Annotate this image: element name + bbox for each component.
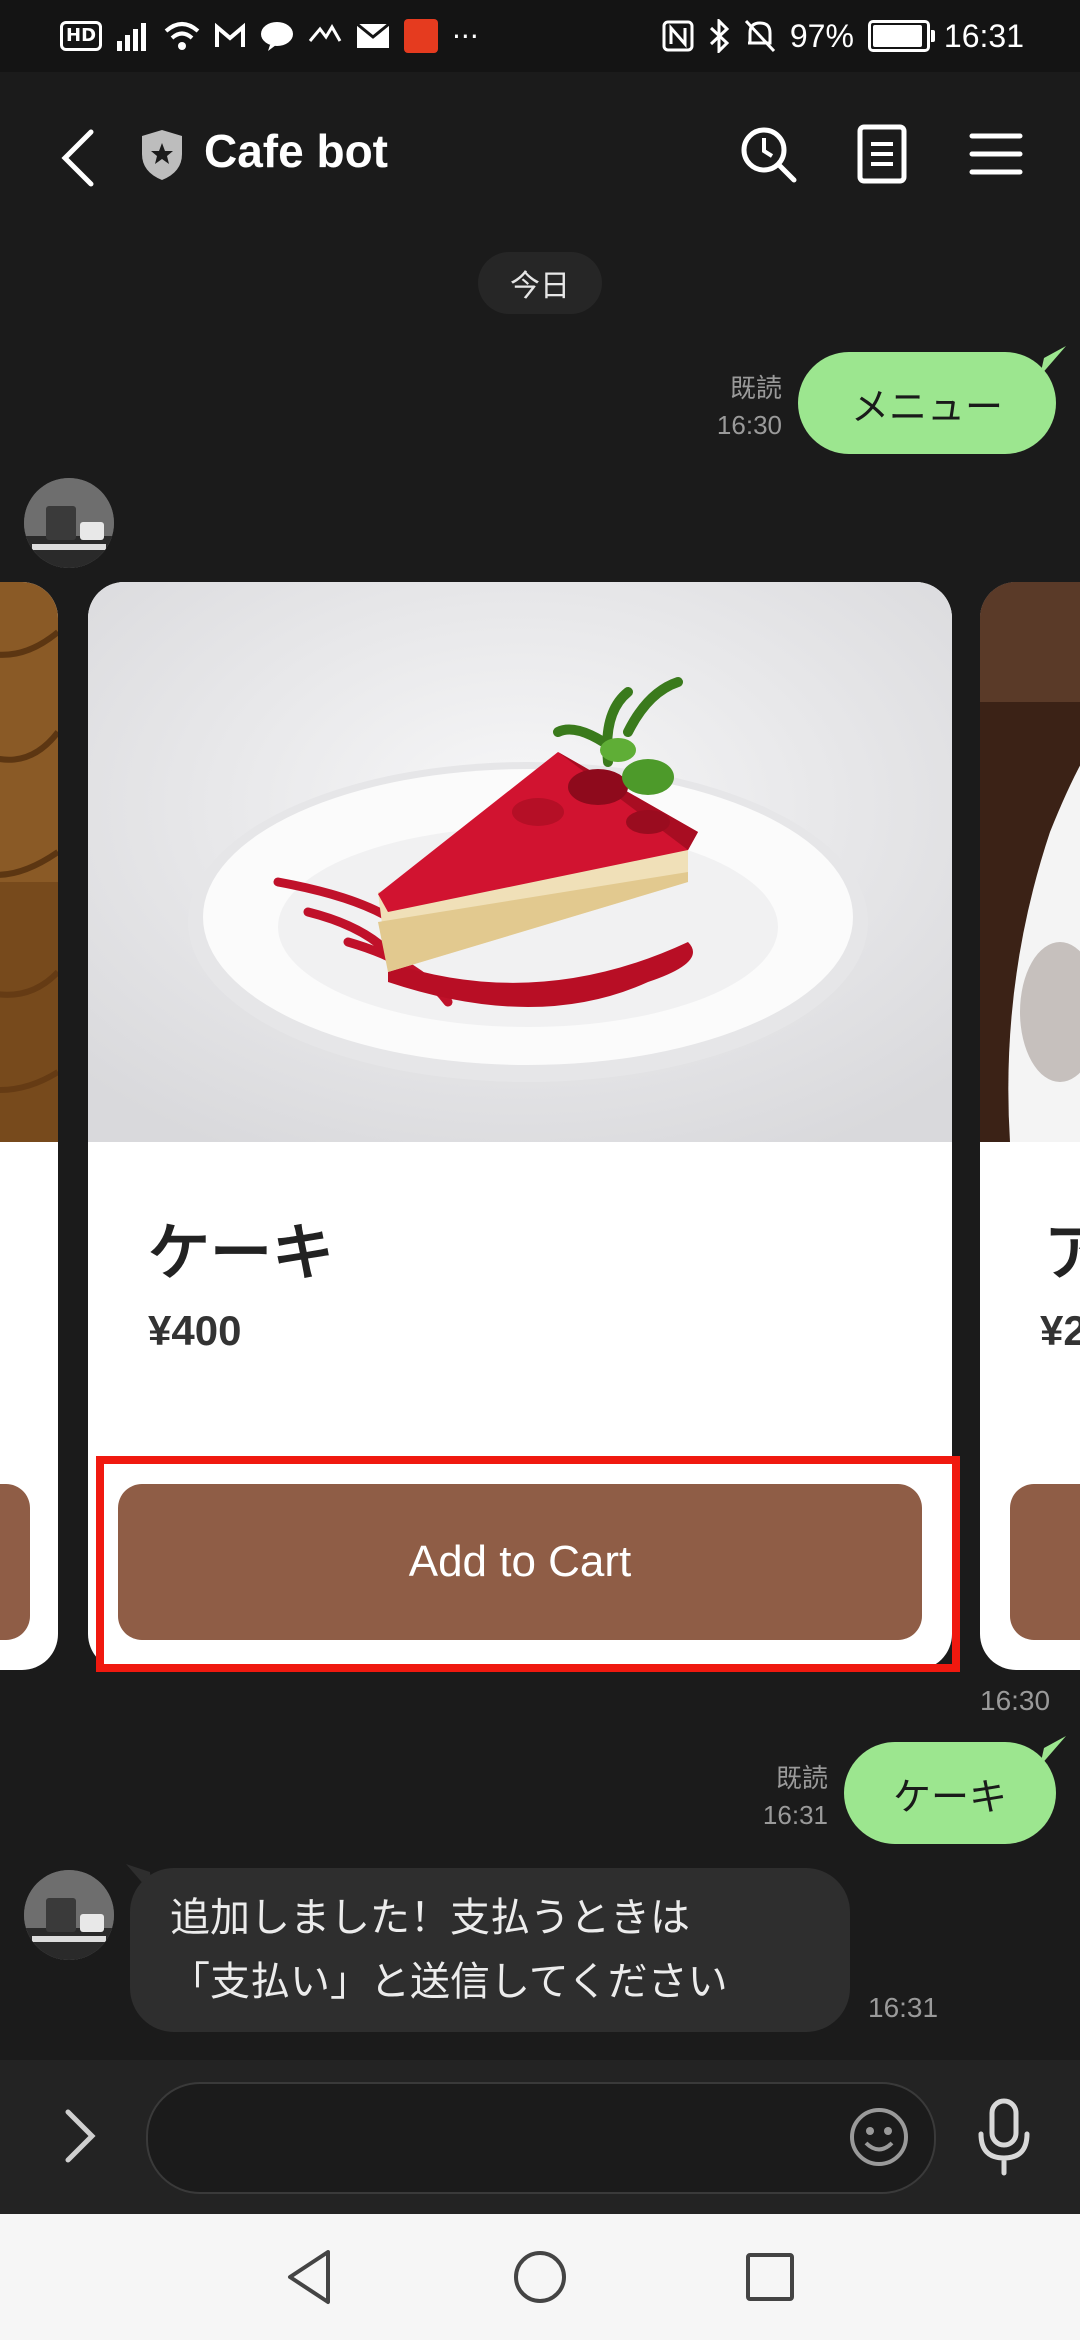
date-separator: 今日 (478, 252, 602, 314)
coffee-avatar-icon (24, 1870, 114, 1960)
emoji-icon[interactable] (848, 2106, 910, 2168)
battery-icon (867, 20, 935, 52)
more-notifications: ··· (452, 19, 479, 53)
bubble-tail (1040, 346, 1066, 376)
nav-back-icon[interactable] (282, 2248, 338, 2306)
coffee-avatar-icon (24, 478, 114, 568)
gmail-icon (215, 22, 246, 47)
email-icon (356, 23, 390, 48)
expand-icon[interactable] (60, 2106, 100, 2166)
product-name-partial: ア (1044, 1216, 1080, 1289)
message-time: 16:31 (868, 1992, 939, 2023)
app-icon (308, 24, 342, 42)
bot-message-bubble[interactable]: 追加しました！支払うときは 「支払い」と送信してください (130, 1868, 850, 2032)
message-meta: 既読 16:31 (736, 1760, 828, 1834)
menu-icon[interactable] (966, 124, 1026, 184)
read-label: 既読 (775, 1763, 828, 1793)
wood-image (0, 582, 58, 1142)
bot-message-line: 「支払い」と送信してください (170, 1959, 728, 2005)
bot-avatar[interactable] (24, 478, 114, 568)
signal-icon (117, 23, 147, 51)
carousel-card-previous[interactable] (0, 582, 58, 1670)
battery-percent: 97% (789, 17, 854, 54)
line-icon (261, 22, 294, 51)
cake-image (88, 582, 952, 1142)
wifi-icon (164, 22, 200, 50)
status-right-icons: 97% 16:31 (662, 14, 1024, 58)
status-left-icons: HD ··· (60, 16, 479, 56)
carousel-card-next[interactable]: ア ¥2 (980, 582, 1080, 1670)
add-to-cart-button-partial[interactable] (0, 1484, 30, 1640)
mic-icon[interactable] (976, 2098, 1032, 2176)
nav-home-icon[interactable] (512, 2248, 568, 2306)
message-meta: 既読 16:30 (690, 370, 782, 444)
nav-recents-icon[interactable] (742, 2248, 798, 2306)
coffee-cup-image (980, 582, 1080, 1142)
notification-app-icon (404, 19, 439, 53)
add-to-cart-button-partial[interactable] (1010, 1484, 1080, 1640)
bubble-tail (1040, 1736, 1066, 1766)
mute-icon (744, 19, 775, 53)
status-time: 16:31 (943, 17, 1024, 54)
read-label: 既読 (729, 373, 782, 403)
message-input[interactable] (146, 2082, 936, 2194)
message-time: 16:30 (716, 410, 782, 440)
bot-avatar[interactable] (24, 1870, 114, 1960)
user-message-bubble[interactable]: ケーキ (844, 1742, 1056, 1844)
product-name: ケーキ (148, 1216, 335, 1289)
bluetooth-icon (709, 19, 730, 53)
chat-title: Cafe bot (204, 125, 388, 177)
shield-icon (142, 130, 182, 180)
user-message-bubble[interactable]: メニュー (798, 352, 1056, 454)
hd-badge: HD (60, 21, 103, 51)
back-icon[interactable] (55, 128, 103, 188)
notes-icon[interactable] (852, 124, 912, 184)
carousel-time: 16:30 (980, 1685, 1051, 1716)
product-price-partial: ¥2 (1040, 1307, 1080, 1354)
add-to-cart-button[interactable]: Add to Cart (118, 1484, 922, 1640)
search-icon[interactable] (738, 124, 798, 184)
nfc-icon (662, 20, 694, 52)
product-price: ¥400 (148, 1307, 242, 1354)
bot-message-line: 追加しました！支払うときは (170, 1895, 690, 1941)
message-time: 16:31 (762, 1800, 828, 1830)
